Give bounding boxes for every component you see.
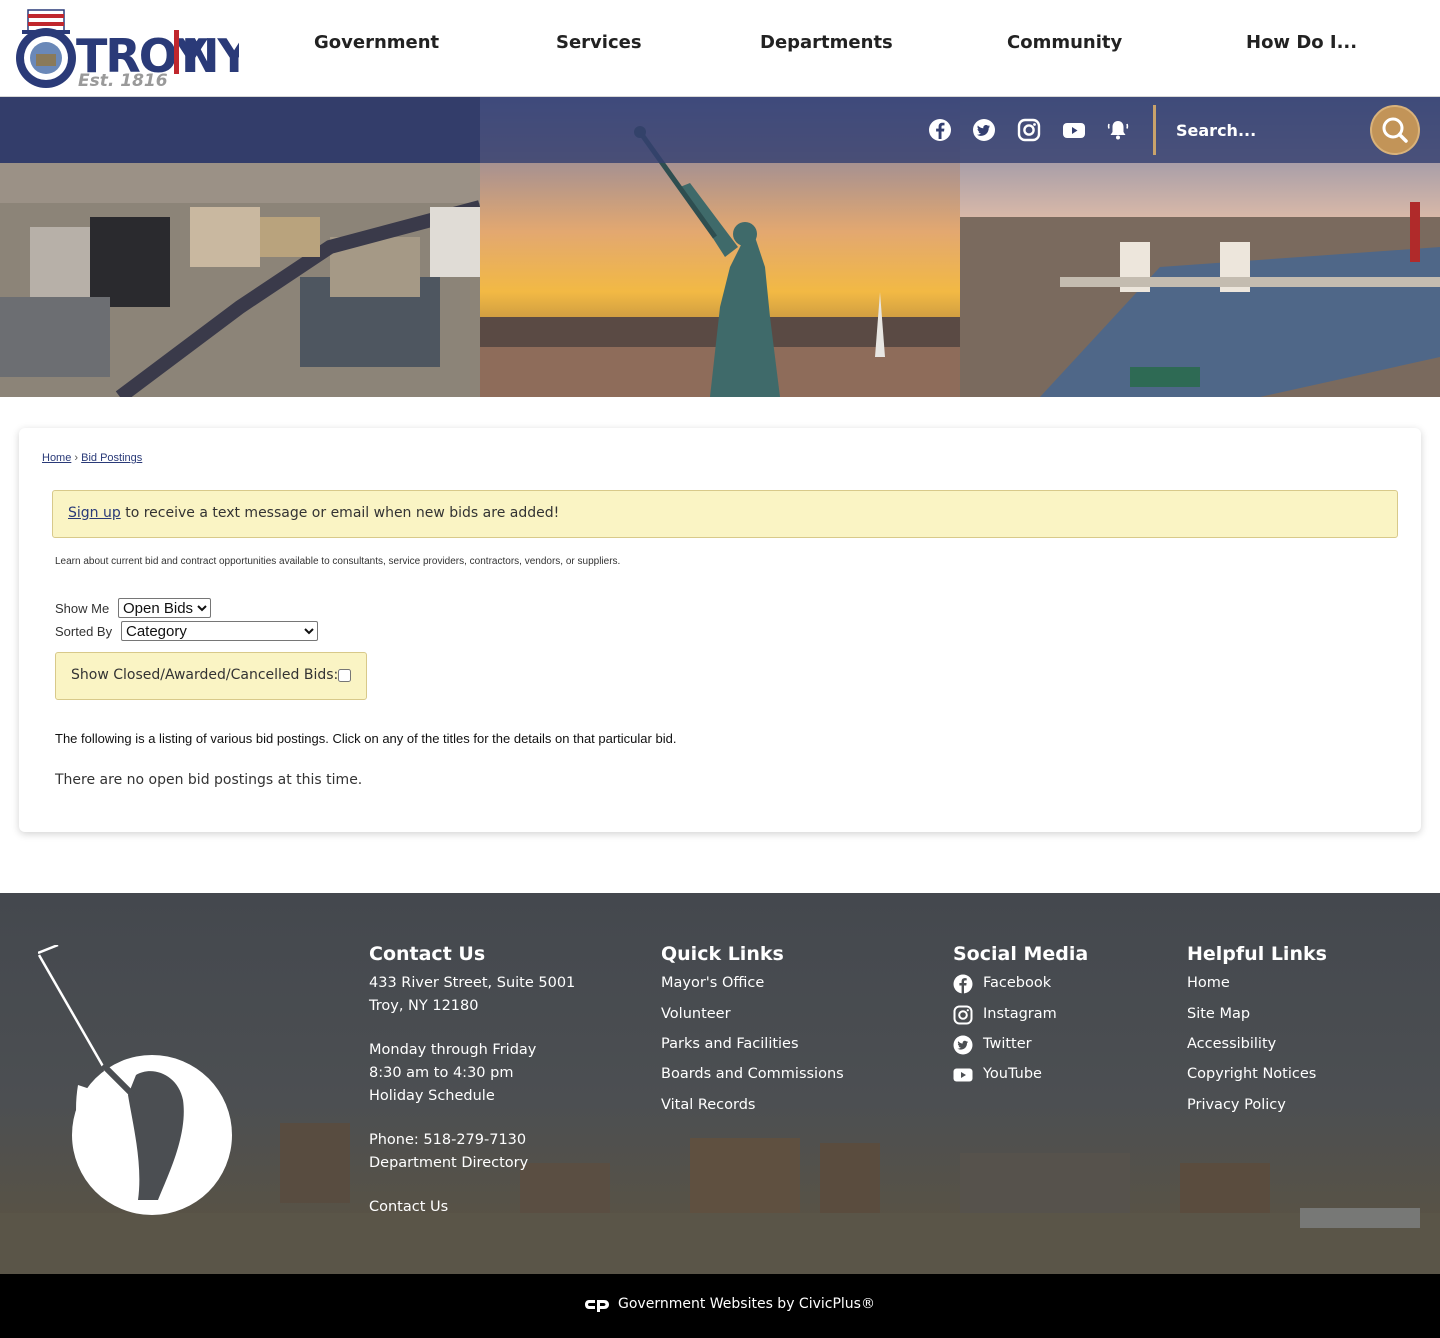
footer-phone: Phone: 518-279-7130 (369, 1132, 527, 1148)
show-me-label: Show Me (55, 601, 110, 616)
footer-holiday-link[interactable]: Holiday Schedule (369, 1088, 495, 1104)
signup-link[interactable]: Sign up (68, 505, 121, 521)
footer-hours-days: Monday through Friday (369, 1042, 537, 1058)
nav-departments[interactable]: Departments (760, 32, 893, 53)
civicplus-credit[interactable]: Government Websites by CivicPlus® (618, 1296, 875, 1312)
search-input[interactable] (1164, 109, 1364, 151)
helpful-link-home[interactable]: Home (1187, 975, 1230, 991)
signup-alert: Sign up to receive a text message or ema… (52, 490, 1398, 538)
footer-directory-link[interactable]: Department Directory (369, 1155, 528, 1171)
show-me-select[interactable]: Open Bids (118, 598, 211, 618)
footer-youtube-icon (953, 1068, 973, 1082)
helpful-link-accessibility[interactable]: Accessibility (1187, 1036, 1276, 1052)
search-button[interactable] (1370, 105, 1420, 155)
utility-toolbar (0, 97, 1440, 163)
footer-facebook-icon (953, 974, 973, 994)
footer-quick-links-title: Quick Links (661, 943, 784, 965)
troy-logo[interactable]: TROY NY Est. 1816 (14, 6, 253, 92)
civicplus-bar: Government Websites by CivicPlus® (0, 1274, 1440, 1338)
intro-text: Learn about current bid and contract opp… (55, 556, 621, 567)
quick-link-mayors-office[interactable]: Mayor's Office (661, 975, 764, 991)
footer-instagram-icon (953, 1005, 973, 1025)
quick-link-boards[interactable]: Boards and Commissions (661, 1066, 844, 1082)
breadcrumb-home[interactable]: Home (42, 452, 71, 464)
signup-alert-text: to receive a text message or email when … (120, 505, 560, 521)
content-card: Home › Bid Postings Sign up to receive a… (19, 428, 1421, 832)
footer-social-instagram[interactable]: Instagram (983, 1006, 1057, 1022)
helpful-link-site-map[interactable]: Site Map (1187, 1006, 1250, 1022)
site-header: TROY NY Est. 1816 Government Services De… (0, 0, 1440, 97)
footer-social-twitter[interactable]: Twitter (983, 1036, 1032, 1052)
empty-state-text: There are no open bid postings at this t… (55, 772, 363, 788)
closed-bids-checkbox[interactable] (338, 669, 351, 682)
search-icon (1382, 117, 1408, 143)
footer-social-title: Social Media (953, 943, 1089, 965)
site-footer: Contact Us 433 River Street, Suite 5001 … (0, 893, 1440, 1274)
sorted-by-select[interactable]: Category (121, 621, 318, 641)
helpful-link-privacy[interactable]: Privacy Policy (1187, 1097, 1286, 1113)
hero-banner (0, 97, 1440, 397)
footer-twitter-icon (953, 1035, 973, 1055)
facebook-icon[interactable] (927, 117, 953, 143)
footer-social-facebook[interactable]: Facebook (983, 975, 1051, 991)
footer-contact-title: Contact Us (369, 943, 486, 965)
breadcrumb: Home › Bid Postings (42, 452, 142, 464)
twitter-icon[interactable] (971, 117, 997, 143)
toolbar-shade (0, 97, 480, 163)
footer-address-line2: Troy, NY 12180 (369, 998, 479, 1014)
footer-helpful-title: Helpful Links (1187, 943, 1327, 965)
nav-how-do-i[interactable]: How Do I... (1246, 32, 1357, 53)
quick-link-parks[interactable]: Parks and Facilities (661, 1036, 799, 1052)
footer-contact-link[interactable]: Contact Us (369, 1199, 448, 1215)
listing-description: The following is a listing of various bi… (55, 731, 677, 746)
quick-link-volunteer[interactable]: Volunteer (661, 1006, 731, 1022)
nav-government[interactable]: Government (314, 32, 439, 53)
closed-bids-toggle-box: Show Closed/Awarded/Cancelled Bids: (55, 652, 367, 700)
instagram-icon[interactable] (1016, 117, 1042, 143)
nav-community[interactable]: Community (1007, 32, 1122, 53)
logo-est-text: Est. 1816 (78, 71, 168, 91)
nav-services[interactable]: Services (556, 32, 642, 53)
footer-hours-times: 8:30 am to 4:30 pm (369, 1065, 514, 1081)
footer-statue-logo (38, 945, 232, 1215)
footer-address-line1: 433 River Street, Suite 5001 (369, 975, 576, 991)
civicplus-logo-icon[interactable] (584, 1296, 610, 1316)
logo-state-text: NY (181, 29, 239, 83)
sorted-by-label: Sorted By (55, 624, 113, 639)
youtube-icon[interactable] (1061, 117, 1087, 143)
helpful-link-copyright[interactable]: Copyright Notices (1187, 1066, 1316, 1082)
quick-link-vital-records[interactable]: Vital Records (661, 1097, 756, 1113)
breadcrumb-separator: › (74, 452, 79, 464)
alert-bell-icon[interactable] (1105, 117, 1131, 143)
closed-bids-label: Show Closed/Awarded/Cancelled Bids: (71, 667, 339, 683)
breadcrumb-current[interactable]: Bid Postings (81, 452, 142, 464)
footer-social-youtube[interactable]: YouTube (983, 1066, 1042, 1082)
toolbar-divider (1153, 105, 1156, 155)
